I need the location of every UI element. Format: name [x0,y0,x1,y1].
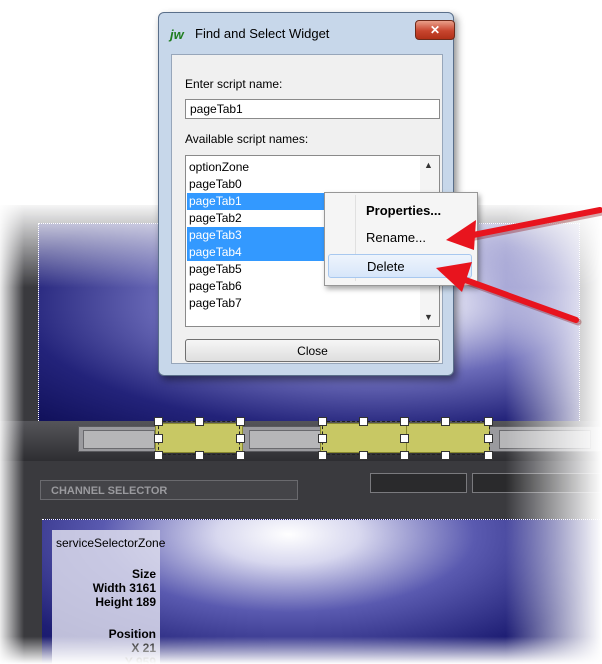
close-button[interactable]: Close [185,339,440,362]
y-value: Y 959 [124,655,156,664]
page-tab[interactable] [499,430,591,449]
menu-item-properties[interactable]: Properties... [328,199,472,223]
resize-handle[interactable] [400,417,409,426]
height-value: Height 189 [95,595,156,609]
window-close-button[interactable]: ✕ [415,20,455,40]
available-scripts-label: Available script names: [185,132,309,146]
dialog-titlebar[interactable]: jw Find and Select Widget ✕ [159,13,455,53]
app-icon: jw [170,27,184,42]
resize-handle[interactable] [359,417,368,426]
x-value: X 21 [131,641,156,655]
list-item[interactable]: pageTab0 [187,176,419,193]
resize-handle[interactable] [236,434,245,443]
selection-outline [158,421,240,455]
resize-handle[interactable] [236,417,245,426]
resize-handle[interactable] [400,451,409,460]
widget-info-panel: serviceSelectorZone Size Width 3161 Heig… [52,530,165,664]
context-menu: Properties... Rename... Delete [324,192,478,286]
channel-box[interactable] [472,473,602,493]
channel-selector-label: CHANNEL SELECTOR [40,480,298,500]
position-label: Position [108,627,156,641]
resize-handle[interactable] [318,451,327,460]
list-item[interactable]: optionZone [187,159,419,176]
enter-script-label: Enter script name: [185,77,283,91]
list-item[interactable]: pageTab7 [187,295,419,312]
resize-handle[interactable] [484,451,493,460]
resize-handle[interactable] [195,417,204,426]
resize-handle[interactable] [484,417,493,426]
dialog-title: Find and Select Widget [195,26,330,41]
menu-item-delete[interactable]: Delete [328,254,472,278]
resize-handle[interactable] [484,434,493,443]
size-label: Size [131,567,156,581]
page-tab[interactable] [83,430,155,449]
widget-name: serviceSelectorZone [56,536,166,550]
resize-handle[interactable] [154,451,163,460]
resize-handle[interactable] [441,451,450,460]
scroll-up-icon[interactable]: ▲ [424,160,433,170]
resize-handle[interactable] [195,451,204,460]
resize-handle[interactable] [318,417,327,426]
resize-handle[interactable] [154,434,163,443]
resize-handle[interactable] [236,451,245,460]
resize-handle[interactable] [359,451,368,460]
resize-handle[interactable] [318,434,327,443]
width-value: Width 3161 [92,581,156,595]
resize-handle[interactable] [400,434,409,443]
resize-handle[interactable] [441,417,450,426]
script-name-input[interactable]: pageTab1 [185,99,440,119]
page-tab[interactable] [249,430,321,449]
resize-handle[interactable] [154,417,163,426]
scroll-down-icon[interactable]: ▼ [424,312,433,322]
channel-box[interactable] [370,473,467,493]
menu-item-rename[interactable]: Rename... [328,226,472,250]
